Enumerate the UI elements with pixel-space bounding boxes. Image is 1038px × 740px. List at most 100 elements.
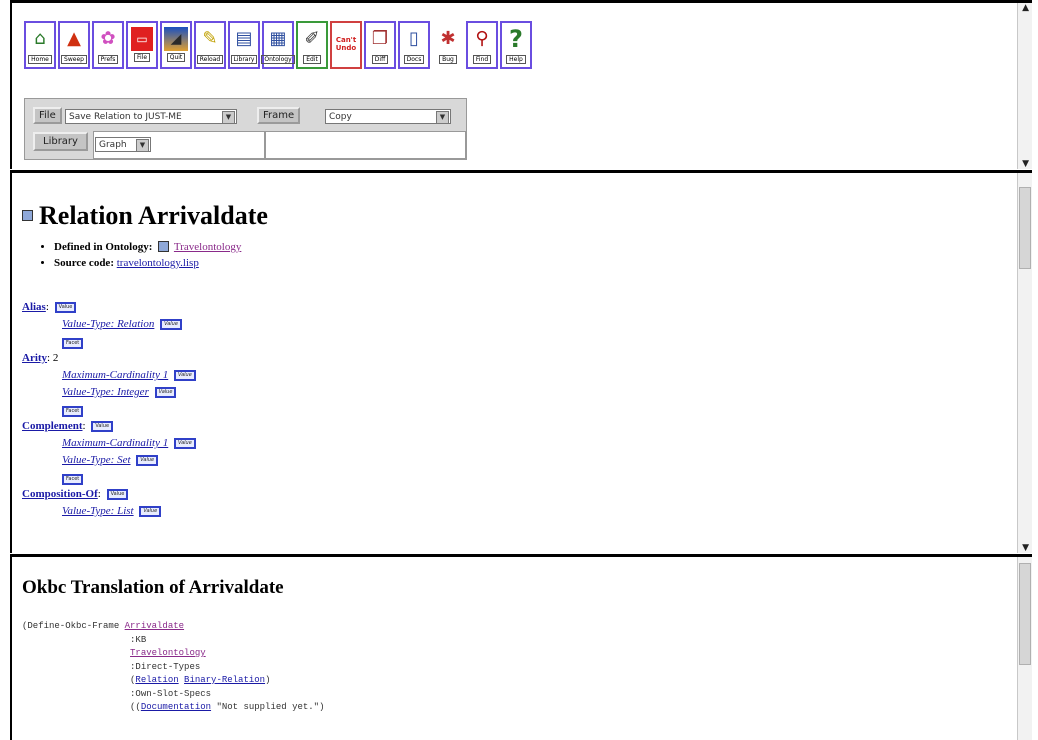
scroll-up-icon[interactable]: ▲ xyxy=(1022,3,1029,13)
slot-alias: Alias: Value xyxy=(22,299,196,316)
add-value-button[interactable]: Value xyxy=(139,505,162,517)
bug-icon: ✱ xyxy=(440,28,456,49)
home-button[interactable]: ⌂ Home xyxy=(24,21,56,69)
add-facet-button[interactable]: Facet xyxy=(62,474,84,485)
toolbar-frame: ⌂ Home ▲ Sweep ✿ Prefs ▭ File ◢ Quit ✎ R… xyxy=(10,0,1032,169)
source-code-item: Source code: travelontology.lisp xyxy=(54,257,241,269)
cant-undo-button[interactable]: Can't Undo xyxy=(330,21,362,69)
add-value-button[interactable]: Value xyxy=(106,488,129,500)
ontology-icon: ▦ xyxy=(269,28,287,49)
chevron-down-icon: ▼ xyxy=(136,139,149,152)
add-value-button[interactable]: Value xyxy=(173,369,196,381)
facet-line: Maximum-Cardinality 1 Value xyxy=(22,367,196,384)
facet-link[interactable]: Maximum-Cardinality 1 xyxy=(62,369,168,381)
scroll-thumb[interactable] xyxy=(1019,563,1031,665)
scroll-down-icon[interactable]: ▼ xyxy=(1022,543,1029,553)
sweep-button[interactable]: ▲ Sweep xyxy=(58,21,90,69)
find-button[interactable]: ⚲ Find xyxy=(466,21,498,69)
ontology-icon[interactable] xyxy=(158,240,170,252)
prefs-icon: ✿ xyxy=(100,28,116,49)
facet-line: Value-Type: Set Value xyxy=(22,452,196,469)
facet-link[interactable]: Value-Type: Integer xyxy=(62,386,149,398)
command-panel: File Save Relation to JUST-ME ▼ Frame Co… xyxy=(24,98,467,160)
okbc-frame: Okbc Translation of Arrivaldate (Define-… xyxy=(10,554,1032,740)
slot-link-composition-of[interactable]: Composition-Of xyxy=(22,488,98,500)
slot-list: Alias: Value Value-Type: Relation Value … xyxy=(22,299,196,520)
scroll-thumb[interactable] xyxy=(1019,187,1031,269)
add-value-button[interactable]: Value xyxy=(160,318,182,330)
quit-button[interactable]: ◢ Quit xyxy=(160,21,192,69)
okbc-code: (Define-Okbc-Frame Arrivaldate :KB Trave… xyxy=(22,621,325,712)
kb-link[interactable]: Travelontology xyxy=(130,648,206,658)
relation-scrollbar[interactable]: ▼ xyxy=(1017,173,1032,553)
reload-icon: ✎ xyxy=(202,28,218,49)
file-command-button[interactable]: File xyxy=(33,107,62,124)
relation-frame: Relation Arrivaldate Defined in Ontology… xyxy=(10,170,1032,553)
file-action-select[interactable]: Save Relation to JUST-ME ▼ xyxy=(65,109,237,124)
toolbar-scrollbar[interactable]: ▲ ▼ xyxy=(1017,3,1032,169)
add-value-button[interactable]: Value xyxy=(173,437,196,449)
frame-command-button[interactable]: Frame xyxy=(257,107,301,124)
slot-composition-of: Composition-Of: Value xyxy=(22,486,196,503)
defined-in-item: Defined in Ontology: Travelontology xyxy=(54,240,241,253)
type-link[interactable]: Binary-Relation xyxy=(184,675,265,685)
slot-link-arity[interactable]: Arity xyxy=(22,352,47,364)
slot-complement: Complement: Value xyxy=(22,418,196,435)
slot-link-complement[interactable]: Complement xyxy=(22,420,83,432)
home-icon: ⌂ xyxy=(34,28,46,49)
facet-link[interactable]: Value-Type: List xyxy=(62,505,134,517)
facet-line: Maximum-Cardinality 1 Value xyxy=(22,435,196,452)
slot-link-alias[interactable]: Alias xyxy=(22,301,46,313)
floppy-icon: ▭ xyxy=(131,27,153,51)
chevron-down-icon: ▼ xyxy=(436,111,449,124)
reload-button[interactable]: ✎ Reload xyxy=(194,21,226,69)
undo-icon: Can't Undo xyxy=(335,36,357,52)
magnifier-icon: ⚲ xyxy=(475,28,489,49)
add-value-button[interactable]: Value xyxy=(136,454,159,466)
diff-button[interactable]: ❐ Diff xyxy=(364,21,396,69)
icon-toolbar: ⌂ Home ▲ Sweep ✿ Prefs ▭ File ◢ Quit ✎ R… xyxy=(24,21,532,69)
library-action-select[interactable]: Graph ▼ xyxy=(95,137,151,152)
docs-button[interactable]: ▯ Docs xyxy=(398,21,430,69)
facet-link[interactable]: Value-Type: Set xyxy=(62,454,131,466)
library-button[interactable]: ▤ Library xyxy=(228,21,260,69)
add-value-button[interactable]: Value xyxy=(54,301,77,313)
add-value-button[interactable]: Value xyxy=(154,386,177,398)
scroll-down-icon[interactable]: ▼ xyxy=(1022,159,1029,169)
library-command-button[interactable]: Library xyxy=(33,132,88,151)
diff-icon: ❐ xyxy=(371,28,389,49)
page-title: Relation Arrivaldate xyxy=(22,201,268,231)
bug-button[interactable]: ✱ Bug xyxy=(432,21,464,69)
facet-line: Value-Type: Integer Value xyxy=(22,384,196,401)
add-facet-button[interactable]: Facet xyxy=(62,406,84,417)
facet-link[interactable]: Maximum-Cardinality 1 xyxy=(62,437,168,449)
library-icon: ▤ xyxy=(235,28,253,49)
okbc-scrollbar[interactable] xyxy=(1017,557,1032,740)
file-button[interactable]: ▭ File xyxy=(126,21,158,69)
type-link[interactable]: Relation xyxy=(135,675,178,685)
edit-icon: ✐ xyxy=(304,28,320,49)
slot-arity: Arity: 2 xyxy=(22,352,59,364)
facet-link[interactable]: Value-Type: Relation xyxy=(62,318,154,330)
frame-action-select[interactable]: Copy ▼ xyxy=(325,109,451,124)
ontology-button[interactable]: ▦ Ontology xyxy=(261,21,295,69)
ontology-link[interactable]: Travelontology xyxy=(174,241,241,253)
add-facet-button[interactable]: Facet xyxy=(62,338,84,349)
facet-line: Value-Type: Relation Value xyxy=(22,316,196,333)
quit-icon: ◢ xyxy=(164,27,188,51)
add-value-button[interactable]: Value xyxy=(91,420,114,432)
empty-cell xyxy=(265,131,466,159)
frame-link[interactable]: Arrivaldate xyxy=(125,621,184,631)
edit-button[interactable]: ✐ Edit xyxy=(296,21,328,69)
source-code-link[interactable]: travelontology.lisp xyxy=(117,257,199,269)
chevron-down-icon: ▼ xyxy=(222,111,235,124)
prefs-button[interactable]: ✿ Prefs xyxy=(92,21,124,69)
sweep-icon: ▲ xyxy=(67,28,81,49)
relation-icon[interactable] xyxy=(22,209,33,221)
okbc-title: Okbc Translation of Arrivaldate xyxy=(22,577,284,598)
facet-line: Value-Type: List Value xyxy=(22,503,196,520)
slot-link[interactable]: Documentation xyxy=(141,702,211,712)
book-icon: ▯ xyxy=(409,28,419,49)
question-mark-icon: ? xyxy=(509,25,523,53)
help-button[interactable]: ? Help xyxy=(500,21,532,69)
